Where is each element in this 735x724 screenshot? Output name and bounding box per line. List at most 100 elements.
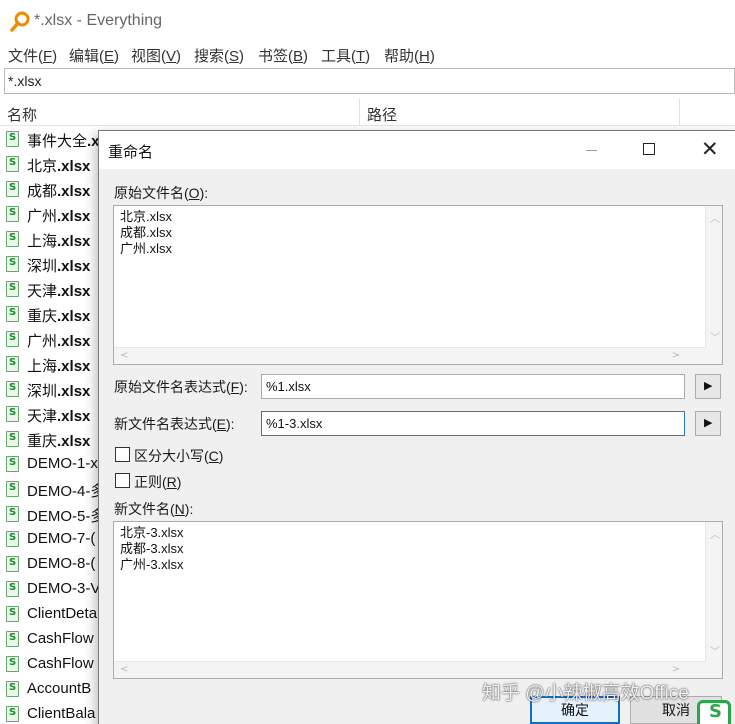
horizontal-scrollbar[interactable]: < > bbox=[114, 661, 706, 678]
excel-file-icon bbox=[6, 506, 19, 522]
menu-tools[interactable]: 工具(T) bbox=[321, 45, 370, 66]
original-name-line: 成都.xlsx bbox=[120, 225, 173, 240]
file-row[interactable]: DEMO-1-x bbox=[0, 453, 100, 478]
file-name: 深圳.xlsx bbox=[27, 258, 91, 275]
excel-file-icon bbox=[6, 206, 19, 222]
menu-help[interactable]: 帮助(H) bbox=[384, 45, 435, 66]
file-row[interactable]: AccountB bbox=[0, 678, 100, 703]
arrow-right-icon: ▶ bbox=[704, 379, 713, 392]
minimize-icon bbox=[586, 150, 597, 151]
file-row[interactable]: 广州.xlsx bbox=[0, 203, 100, 228]
maximize-button[interactable] bbox=[626, 131, 672, 169]
file-row[interactable]: 重庆.xlsx bbox=[0, 428, 100, 453]
title-bar: *.xlsx - Everything bbox=[0, 0, 735, 42]
file-list: 事件大全.x 北京.xlsx 成都.xlsx 广州.xlsx 上海.xlsx 深… bbox=[0, 128, 100, 724]
file-row[interactable]: 深圳.xlsx bbox=[0, 378, 100, 403]
menu-file[interactable]: 文件(F) bbox=[8, 45, 57, 66]
close-button[interactable]: ✕ bbox=[686, 131, 732, 169]
original-name-line: 北京.xlsx bbox=[120, 209, 173, 224]
scroll-down-icon[interactable]: ﹀ bbox=[710, 329, 720, 344]
file-row[interactable]: DEMO-4-多 bbox=[0, 478, 100, 503]
file-row[interactable]: 深圳.xlsx bbox=[0, 253, 100, 278]
file-row[interactable]: 北京.xlsx bbox=[0, 153, 100, 178]
file-name: DEMO-5-多 bbox=[27, 508, 100, 525]
scroll-down-icon[interactable]: ﹀ bbox=[710, 643, 720, 658]
vertical-scrollbar[interactable]: ︿ ﹀ bbox=[705, 522, 722, 678]
file-name: AccountB bbox=[27, 680, 92, 697]
file-row[interactable]: DEMO-3-V bbox=[0, 578, 100, 603]
dialog-title-bar[interactable]: 重命名 ✕ bbox=[99, 131, 735, 169]
file-name: 成都.xlsx bbox=[27, 183, 91, 200]
scroll-left-icon[interactable]: < bbox=[120, 664, 128, 675]
file-name: 深圳.xlsx bbox=[27, 383, 91, 400]
new-expression-menu-button[interactable]: ▶ bbox=[695, 411, 721, 436]
new-name-line: 成都-3.xlsx bbox=[120, 541, 184, 556]
excel-file-icon bbox=[6, 656, 19, 672]
menu-edit[interactable]: 编辑(E) bbox=[69, 45, 119, 66]
everything-magnifier-icon bbox=[10, 11, 30, 32]
horizontal-scrollbar[interactable]: < > bbox=[114, 347, 706, 364]
regex-label[interactable]: 正则(R) bbox=[134, 472, 181, 492]
column-divider[interactable] bbox=[679, 98, 680, 126]
file-row[interactable]: DEMO-8-( bbox=[0, 553, 100, 578]
scroll-up-icon[interactable]: ︿ bbox=[710, 210, 720, 225]
case-sensitive-checkbox[interactable] bbox=[115, 447, 130, 462]
file-row[interactable]: 天津.xlsx bbox=[0, 403, 100, 428]
excel-file-icon bbox=[6, 281, 19, 297]
excel-file-icon bbox=[6, 406, 19, 422]
scroll-right-icon[interactable]: > bbox=[672, 350, 680, 361]
file-row[interactable]: DEMO-5-多 bbox=[0, 503, 100, 528]
file-row[interactable]: 上海.xlsx bbox=[0, 228, 100, 253]
file-row[interactable]: 上海.xlsx bbox=[0, 353, 100, 378]
file-row[interactable]: 广州.xlsx bbox=[0, 328, 100, 353]
file-row[interactable]: CashFlow bbox=[0, 653, 100, 678]
excel-file-icon bbox=[6, 681, 19, 697]
column-path-header[interactable]: 路径 bbox=[367, 104, 397, 125]
minimize-button[interactable] bbox=[569, 131, 615, 169]
scroll-left-icon[interactable]: < bbox=[120, 350, 128, 361]
new-expression-field[interactable] bbox=[261, 411, 685, 436]
dialog-title: 重命名 bbox=[108, 144, 154, 161]
file-name: 天津.xlsx bbox=[27, 408, 91, 425]
file-row[interactable]: 成都.xlsx bbox=[0, 178, 100, 203]
regex-checkbox[interactable] bbox=[115, 473, 130, 488]
file-row[interactable]: 事件大全.x bbox=[0, 128, 100, 153]
scroll-right-icon[interactable]: > bbox=[672, 664, 680, 675]
column-divider[interactable] bbox=[359, 98, 360, 126]
case-sensitive-label[interactable]: 区分大小写(C) bbox=[134, 446, 223, 466]
excel-file-icon bbox=[6, 456, 19, 472]
vertical-scrollbar[interactable]: ︿ ﹀ bbox=[705, 206, 722, 364]
file-row[interactable]: ClientDeta bbox=[0, 603, 100, 628]
file-name: ClientDeta bbox=[27, 605, 98, 622]
original-expression-field[interactable] bbox=[261, 374, 685, 399]
file-row[interactable]: 重庆.xlsx bbox=[0, 303, 100, 328]
excel-file-icon bbox=[6, 356, 19, 372]
arrow-right-icon: ▶ bbox=[704, 416, 713, 429]
ok-button[interactable]: 确定 bbox=[530, 696, 620, 724]
menu-search[interactable]: 搜索(S) bbox=[194, 45, 244, 66]
column-name-header[interactable]: 名称 bbox=[7, 104, 37, 125]
file-name: DEMO-3-V bbox=[27, 580, 100, 597]
excel-file-icon bbox=[6, 256, 19, 272]
file-row[interactable]: ClientBala bbox=[0, 703, 100, 724]
menu-bar: 文件(F) 编辑(E) 视图(V) 搜索(S) 书签(B) 工具(T) 帮助(H… bbox=[0, 42, 735, 66]
original-expression-menu-button[interactable]: ▶ bbox=[695, 374, 721, 399]
file-name: CashFlow bbox=[27, 655, 94, 672]
excel-file-icon bbox=[6, 431, 19, 447]
original-expression-input[interactable] bbox=[262, 375, 684, 398]
file-row[interactable]: DEMO-7-( bbox=[0, 528, 100, 553]
file-row[interactable]: 天津.xlsx bbox=[0, 278, 100, 303]
menu-bookmarks[interactable]: 书签(B) bbox=[258, 45, 308, 66]
scroll-up-icon[interactable]: ︿ bbox=[710, 526, 720, 541]
original-names-list[interactable]: 北京.xlsx 成都.xlsx 广州.xlsx ︿ ﹀ < > bbox=[113, 205, 723, 365]
file-name: DEMO-7-( bbox=[27, 530, 96, 547]
menu-view[interactable]: 视图(V) bbox=[131, 45, 181, 66]
new-names-list[interactable]: 北京-3.xlsx 成都-3.xlsx 广州-3.xlsx ︿ ﹀ < > bbox=[113, 521, 723, 679]
search-input[interactable] bbox=[5, 69, 734, 93]
excel-file-icon bbox=[6, 181, 19, 197]
excel-file-icon bbox=[6, 631, 19, 647]
file-row[interactable]: CashFlow bbox=[0, 628, 100, 653]
new-expression-input[interactable] bbox=[262, 412, 684, 435]
search-box[interactable] bbox=[4, 68, 735, 94]
excel-file-icon bbox=[6, 231, 19, 247]
